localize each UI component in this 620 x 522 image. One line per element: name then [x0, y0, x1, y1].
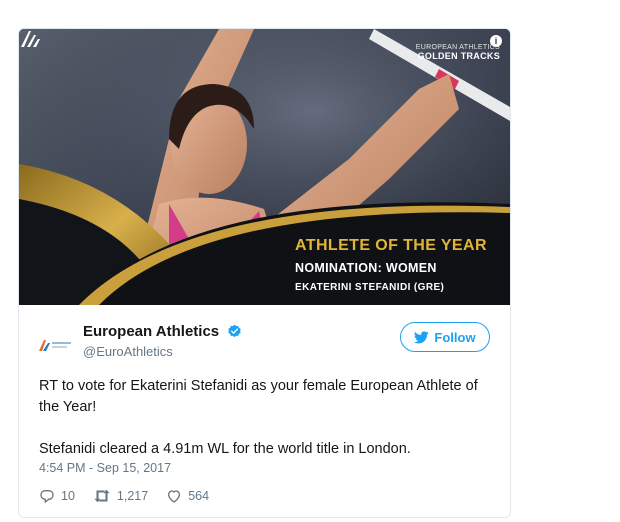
- athlete-name: EKATERINI STEFANIDI (GRE): [295, 282, 445, 293]
- retweet-icon: [94, 489, 110, 503]
- brand-line1: EUROPEAN ATHLETICS: [415, 44, 500, 51]
- brand-logo: EUROPEAN ATHLETICS GOLDEN TRACKS: [416, 43, 500, 61]
- follow-button[interactable]: Follow: [400, 322, 490, 352]
- media-overlay-text: ATHLETE OF THE YEAR NOMINATION: WOMEN EK…: [295, 237, 487, 293]
- nomination-label: NOMINATION: WOMEN: [295, 261, 437, 275]
- reply-action[interactable]: 10: [39, 488, 75, 504]
- display-name[interactable]: European Athletics: [83, 323, 219, 340]
- like-icon: [168, 490, 181, 503]
- info-icon[interactable]: i: [490, 35, 502, 47]
- reply-count: 10: [61, 489, 75, 503]
- tweet-header: European Athletics @EuroAthletics Follow: [19, 305, 510, 385]
- tweet-paragraph-2: Stefanidi cleared a 4.91m WL for the wor…: [39, 441, 411, 457]
- follow-label: Follow: [434, 329, 476, 345]
- retweet-count: 1,217: [116, 489, 149, 503]
- author-info[interactable]: European Athletics @EuroAthletics: [83, 323, 242, 359]
- avatar[interactable]: [37, 335, 73, 355]
- user-handle[interactable]: @EuroAthletics: [83, 344, 242, 359]
- like-action[interactable]: 564: [166, 488, 209, 504]
- verified-badge-icon: [227, 324, 241, 338]
- golden-tracks-logo: [21, 31, 40, 47]
- like-count: 564: [188, 489, 210, 503]
- tweet-timestamp[interactable]: 4:54 PM - Sep 15, 2017: [39, 461, 171, 475]
- tweet-text: RT to vote for Ekaterini Stefanidi as yo…: [39, 376, 499, 460]
- brand-line2: GOLDEN TRACKS: [417, 51, 500, 61]
- reply-icon: [40, 490, 54, 503]
- tweet-card: EUROPEAN ATHLETICS GOLDEN TRACKS i ATHLE…: [18, 28, 511, 518]
- tweet-media[interactable]: EUROPEAN ATHLETICS GOLDEN TRACKS i ATHLE…: [19, 29, 510, 305]
- tweet-actions: 10 1,217 564: [39, 488, 227, 504]
- tweet-paragraph-1: RT to vote for Ekaterini Stefanidi as yo…: [39, 378, 478, 415]
- twitter-bird-icon: [414, 330, 430, 343]
- retweet-action[interactable]: 1,217: [93, 488, 148, 504]
- award-headline: ATHLETE OF THE YEAR: [295, 237, 487, 254]
